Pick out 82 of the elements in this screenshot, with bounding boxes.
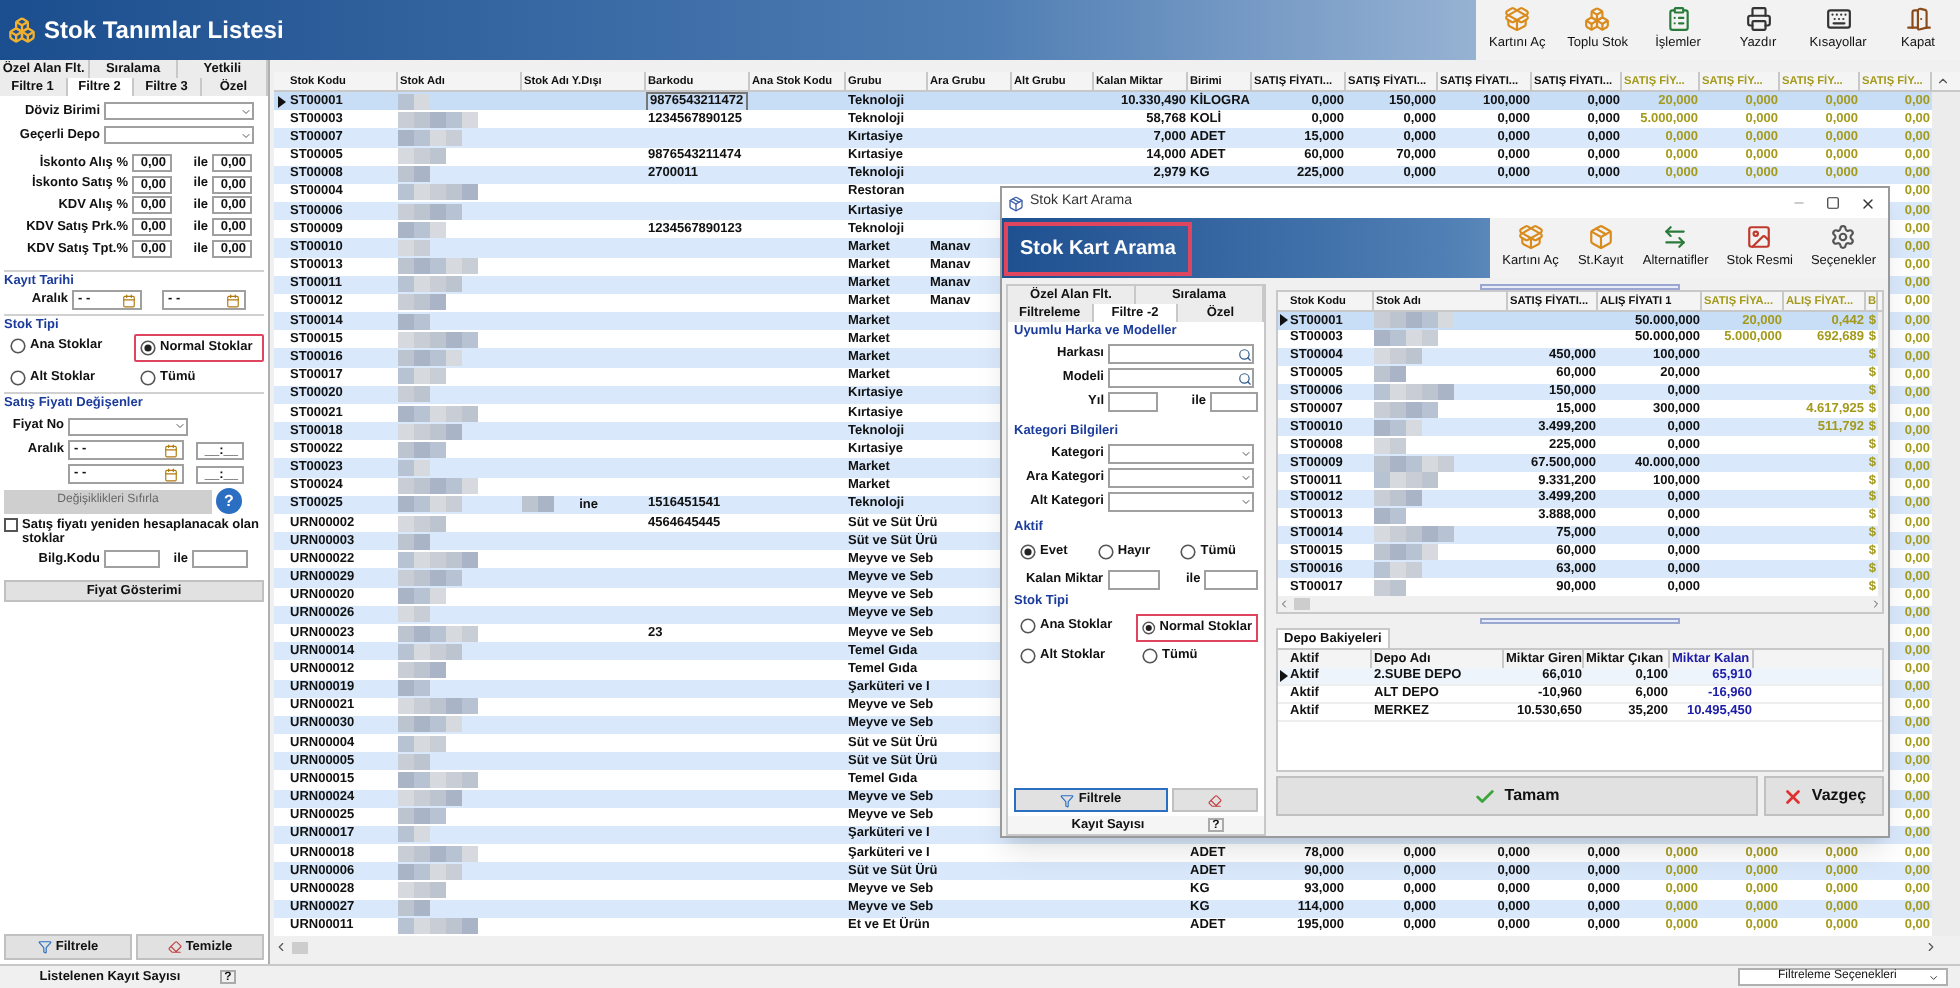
app-logo-icon — [8, 16, 36, 44]
dropdown-field[interactable] — [104, 126, 254, 145]
row-pointer-icon — [1279, 314, 1287, 327]
radio-icon — [1097, 543, 1114, 559]
search-icon — [1238, 371, 1252, 385]
blurred-name-drawing — [398, 496, 462, 513]
blurred-name-drawing — [398, 790, 462, 807]
scroll-thumb[interactable] — [1294, 598, 1310, 611]
dropdown-field[interactable] — [104, 102, 254, 121]
cancel-icon — [1781, 785, 1804, 808]
ok-button[interactable]: Tamam — [1276, 776, 1758, 817]
arrows-icon — [1662, 224, 1689, 251]
calendar-icon — [164, 467, 178, 481]
blurred-name-drawing — [398, 349, 462, 366]
blurred-name-drawing — [398, 716, 462, 733]
filter-icon — [1060, 793, 1075, 807]
eraser-icon — [1208, 793, 1222, 807]
keyboard-icon — [1825, 6, 1851, 33]
door-icon — [1905, 6, 1931, 33]
close-icon[interactable] — [1860, 195, 1876, 211]
row-pointer-icon — [277, 95, 285, 108]
app-icon — [1008, 195, 1024, 211]
lookup-field[interactable] — [1108, 368, 1254, 388]
settings-icon — [1830, 224, 1857, 251]
maximize-icon[interactable] — [1826, 196, 1840, 210]
calendar-icon — [226, 293, 240, 308]
input-field[interactable] — [104, 550, 160, 569]
blurred-name-drawing — [1374, 401, 1438, 418]
blurred-name-drawing — [398, 129, 462, 146]
input-field[interactable] — [1107, 570, 1161, 590]
boxes-icon — [1584, 6, 1611, 33]
lookup-field[interactable] — [1108, 344, 1254, 364]
clear-button[interactable] — [1172, 788, 1258, 812]
printer-icon — [1745, 6, 1771, 33]
calendar-icon — [122, 293, 136, 308]
row-pointer-icon — [1279, 670, 1287, 683]
box-icon — [1517, 224, 1544, 251]
window-title: Stok Tanımlar Listesi — [44, 14, 284, 48]
scrollbar[interactable] — [1932, 92, 1960, 936]
radio-icon — [1180, 543, 1197, 559]
eraser-icon — [167, 940, 182, 954]
blurred-name-drawing — [1374, 472, 1438, 489]
cancel-button[interactable]: Vazgeç — [1764, 776, 1884, 817]
scroll-right-icon — [1870, 598, 1882, 611]
blurred-name-drawing — [398, 570, 462, 587]
blurred-name-drawing — [398, 643, 462, 660]
scroll-right-icon — [1924, 940, 1938, 955]
package-icon — [1587, 224, 1614, 251]
dropdown-field[interactable] — [1108, 492, 1254, 512]
clipboard-icon — [1665, 6, 1691, 33]
dropdown-field[interactable] — [1108, 468, 1254, 488]
blurred-name-drawing — [398, 423, 462, 440]
box-icon — [1504, 6, 1531, 33]
scroll-thumb[interactable] — [292, 941, 308, 954]
scroll-left-icon — [1278, 598, 1290, 611]
input-field[interactable] — [1204, 570, 1258, 590]
dropdown-field[interactable] — [1108, 444, 1254, 464]
input-field[interactable] — [1108, 392, 1158, 412]
input-field[interactable] — [1210, 392, 1258, 412]
filter-icon — [37, 940, 52, 954]
dialog-title: Stok Kart Arama — [1004, 221, 1192, 275]
dropdown-field[interactable] — [68, 417, 188, 436]
scroll-left-icon — [274, 940, 288, 955]
horizontal-scrollbar[interactable] — [1278, 596, 1882, 613]
input-field[interactable] — [192, 550, 248, 569]
chevron-icon — [1928, 971, 1940, 983]
blurred-name-drawing — [398, 276, 462, 293]
blurred-name-drawing — [522, 496, 554, 513]
blurred-name-drawing — [398, 863, 462, 880]
blurred-name-drawing — [398, 203, 462, 220]
check-icon — [1474, 785, 1497, 808]
blurred-name-drawing — [1374, 544, 1438, 561]
radio-icon — [1020, 543, 1036, 559]
minimize-icon[interactable] — [1792, 196, 1806, 210]
scrollbar[interactable] — [1878, 312, 1882, 597]
blurred-name-drawing — [1374, 330, 1438, 347]
search-icon — [1238, 347, 1252, 361]
scroll-up-icon — [1935, 74, 1949, 88]
chevron-icon — [174, 420, 186, 433]
help-button[interactable]: ? — [216, 488, 242, 514]
calendar-icon — [164, 443, 178, 457]
image-icon — [1746, 224, 1773, 251]
